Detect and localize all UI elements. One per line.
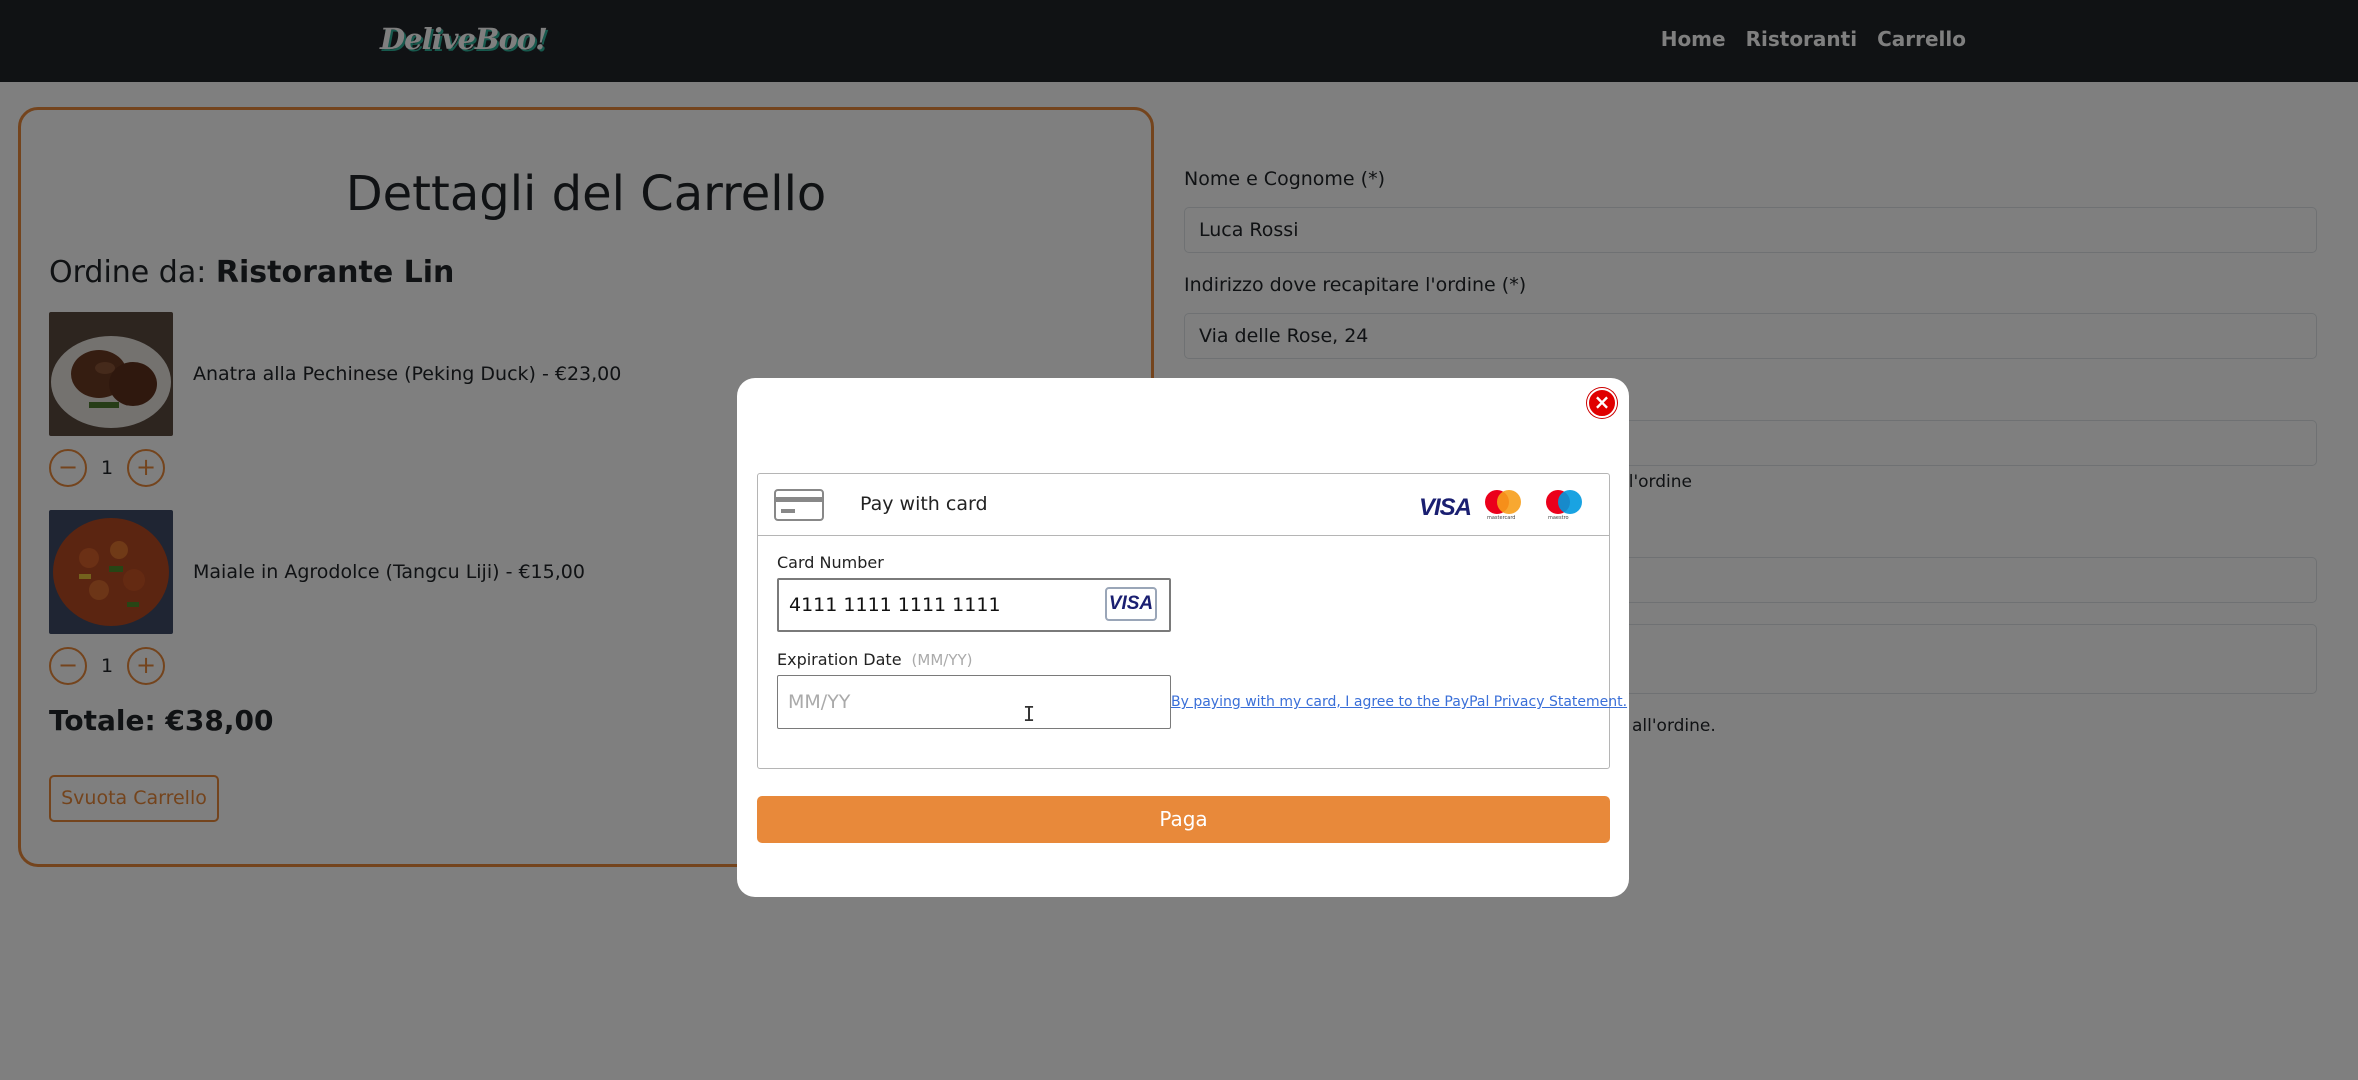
pay-button[interactable]: Paga <box>757 796 1610 843</box>
pay-header: Pay with card VISA mastercard maestro <box>758 474 1609 536</box>
credit-card-icon <box>774 489 824 521</box>
pay-with-card-label: Pay with card <box>860 493 988 515</box>
maestro-label: maestro <box>1548 515 1569 521</box>
payment-modal: × Pay with card VISA mastercard maestro … <box>737 378 1629 897</box>
mastercard-label: mastercard <box>1487 515 1516 521</box>
card-number-value: 4111 1111 1111 1111 <box>789 594 1001 616</box>
expiration-hint: (MM/YY) <box>911 651 973 669</box>
card-number-label: Card Number <box>777 553 884 572</box>
text-cursor-icon: I <box>1023 702 1036 726</box>
card-brand-badge: VISA <box>1105 587 1157 621</box>
privacy-statement-link[interactable]: By paying with my card, I agree to the P… <box>1171 694 1627 710</box>
card-number-field[interactable]: 4111 1111 1111 1111 VISA <box>777 578 1171 632</box>
expiration-placeholder: MM/YY <box>788 691 851 713</box>
expiration-field[interactable]: MM/YY I <box>777 675 1171 729</box>
card-payment-box: Pay with card VISA mastercard maestro Ca… <box>757 473 1627 769</box>
mastercard-logo: mastercard <box>1485 490 1521 521</box>
expiration-label: Expiration Date (MM/YY) <box>777 650 973 669</box>
expiration-label-text: Expiration Date <box>777 650 902 669</box>
visa-logo: VISA <box>1419 494 1472 521</box>
close-button[interactable]: × <box>1587 388 1617 418</box>
maestro-logo: maestro <box>1546 490 1582 521</box>
